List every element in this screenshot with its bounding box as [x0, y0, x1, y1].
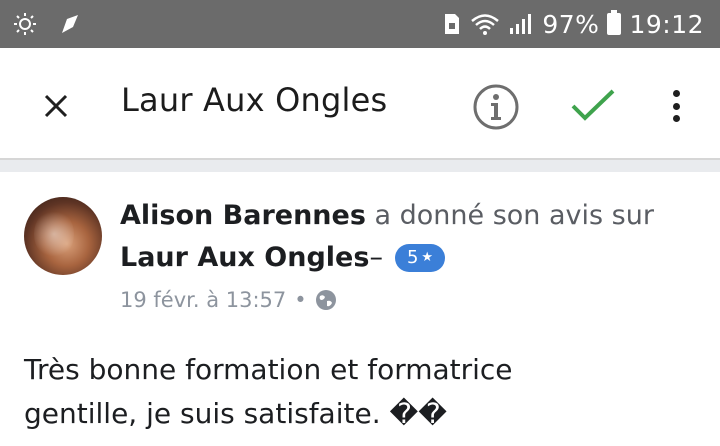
globe-icon	[315, 290, 336, 310]
signal-icon	[510, 14, 532, 34]
post-action: a donné son avis sur	[365, 200, 654, 231]
meta-separator: •	[294, 288, 307, 312]
review-text: Très bonne formation et formatrice genti…	[24, 348, 684, 436]
review-line: Très bonne formation et formatrice	[24, 353, 513, 386]
divider	[0, 160, 720, 172]
page-link[interactable]: Laur Aux Ongles	[120, 242, 369, 273]
page-title: Laur Aux Ongles	[121, 81, 388, 119]
info-button[interactable]	[472, 83, 520, 131]
post-date[interactable]: 19 févr. à 13:57	[120, 288, 286, 312]
post-header-line2: Laur Aux Ongles – 5 ★	[120, 242, 446, 273]
send-icon	[62, 15, 78, 33]
more-vert-icon	[672, 90, 680, 97]
status-left	[12, 10, 80, 38]
post-header-line1: Alison Barennes a donné son avis sur	[120, 200, 654, 231]
post-meta: 19 févr. à 13:57 •	[120, 288, 337, 312]
dash: –	[369, 242, 383, 273]
check-icon	[571, 89, 615, 121]
star-icon: ★	[421, 250, 434, 265]
info-icon	[473, 84, 519, 130]
close-button[interactable]	[36, 86, 76, 126]
rating-badge: 5 ★	[394, 243, 446, 272]
clock: 19:12	[629, 9, 704, 39]
rating-value: 5	[406, 247, 419, 268]
confirm-button[interactable]	[568, 86, 618, 126]
avatar[interactable]	[24, 197, 102, 275]
status-right: 97% 19:12	[442, 6, 704, 42]
battery-icon	[607, 10, 622, 35]
review-line: gentille, je suis satisfaite. ��	[24, 397, 447, 430]
review-post: Alison Barennes a donné son avis sur Lau…	[0, 172, 720, 446]
author-name[interactable]: Alison Barennes	[120, 200, 366, 231]
status-bar: 97% 19:12	[0, 0, 720, 48]
more-options-button[interactable]	[664, 84, 688, 128]
wifi-icon	[471, 14, 500, 35]
close-icon	[44, 94, 68, 118]
app-bar: Laur Aux Ongles	[0, 48, 720, 160]
sun-icon	[14, 13, 36, 35]
sim-icon	[445, 14, 460, 34]
battery-percent: 97%	[542, 9, 600, 39]
